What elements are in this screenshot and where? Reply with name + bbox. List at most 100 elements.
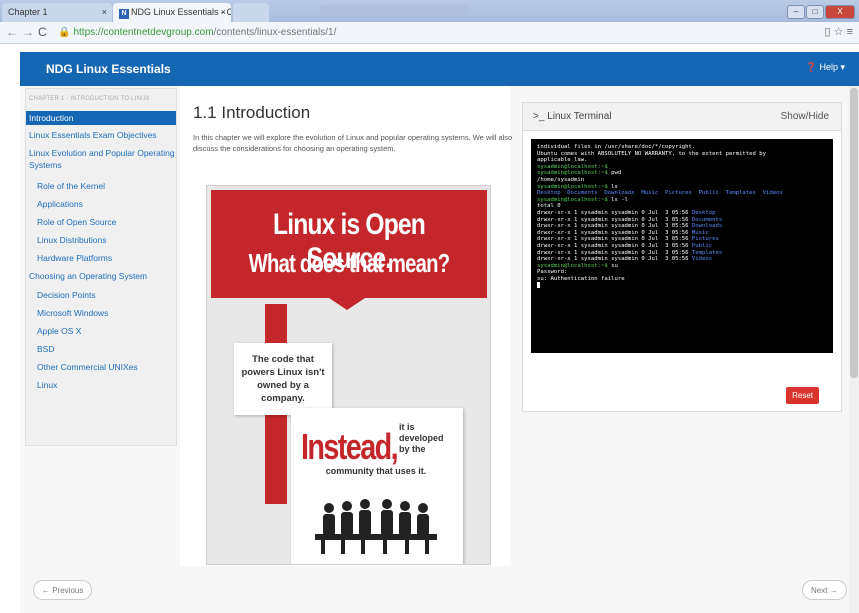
terminal-line: drwxr-xr-x 1 sysadmin sysadmin 0 Jul 3 0… [537, 256, 827, 263]
dir-name: Documents [691, 216, 723, 223]
terminal-ls-output: Desktop Documents Downloads Music Pictur… [537, 190, 783, 197]
poster-instead-tail: community that uses it. [325, 466, 427, 476]
new-tab-button[interactable] [233, 3, 269, 22]
reload-icon[interactable]: C [38, 25, 47, 39]
terminal-prompt: sysadmin@localhost:~$ [537, 183, 608, 190]
url-field[interactable]: 🔒 https://contentnetdevgroup.com/contents… [58, 27, 336, 38]
sidebar-item-commercial-unixes[interactable]: Other Commercial UNIXes [26, 362, 138, 373]
minimize-icon[interactable]: – [787, 5, 805, 19]
sidebar-item-microsoft-windows[interactable]: Microsoft Windows [26, 308, 108, 319]
terminal-line: drwxr-xr-x 1 sysadmin sysadmin 0 Jul 3 0… [537, 217, 827, 224]
terminal-line: drwxr-xr-x 1 sysadmin sysadmin 0 Jul 3 0… [537, 210, 827, 217]
scrollbar-thumb[interactable] [850, 88, 858, 378]
dir-name: Music [691, 229, 709, 236]
sidebar-item-linux-distributions[interactable]: Linux Distributions [26, 235, 106, 246]
poster-instead-word: Instead, [301, 426, 399, 467]
close-tab-icon[interactable]: × [221, 7, 226, 17]
dir-name: Downloads [691, 223, 723, 230]
browser-tab-chapter1[interactable]: Chapter 1 × [2, 3, 112, 22]
sidebar-item-decision-points[interactable]: Decision Points [26, 290, 96, 301]
terminal-prompt-icon: >_ [533, 111, 545, 122]
next-button[interactable]: Next → [802, 580, 847, 600]
dir-name: Templates [691, 249, 723, 256]
previous-button[interactable]: ← Previous [33, 580, 93, 600]
help-menu[interactable]: ❓ Help ▾ [806, 62, 845, 73]
dir-perms: drwxr-xr-x 1 sysadmin sysadmin 0 Jul 3 0… [537, 216, 692, 223]
window-controls: – □ X [786, 1, 855, 19]
brand-title[interactable]: NDG Linux Essentials [46, 62, 171, 76]
poster-code-box: The code that powers Linux isn't owned b… [234, 343, 332, 415]
tab-label: NDG Linux Essentials - Ch [131, 7, 231, 17]
browser-tab-bar: Chapter 1 × N NDG Linux Essentials - Ch ×… [0, 0, 859, 22]
dir-name: Public [691, 242, 713, 249]
url-path: /contents/linux-essentials/1/ [213, 27, 337, 38]
tab-label: Chapter 1 [8, 7, 48, 17]
poster-side-line: it is [399, 422, 415, 432]
terminal-line: sysadmin@localhost:~$ ls -l [537, 197, 827, 204]
terminal-prompt: sysadmin@localhost:~$ [537, 262, 608, 269]
help-icon: ❓ [805, 62, 817, 72]
terminal-line: sysadmin@localhost:~$ su [537, 263, 827, 270]
sidebar-item-role-of-open-source[interactable]: Role of Open Source [26, 217, 116, 228]
forward-icon[interactable]: → [22, 25, 34, 39]
terminal-command: ls -l [607, 196, 628, 203]
menu-icon[interactable]: ≡ [847, 26, 853, 38]
browser-tab-ndg[interactable]: N NDG Linux Essentials - Ch × [113, 3, 231, 22]
terminal-header: >_ Linux Terminal Show/Hide [523, 103, 841, 131]
page-footer [20, 568, 849, 613]
dir-perms: drwxr-xr-x 1 sysadmin sysadmin 0 Jul 3 0… [537, 229, 692, 236]
terminal-line: applicable law. [537, 157, 588, 164]
dir-perms: drwxr-xr-x 1 sysadmin sysadmin 0 Jul 3 0… [537, 209, 692, 216]
sidebar-item-introduction[interactable]: Introduction [26, 111, 176, 125]
dir-name: Desktop [691, 209, 716, 216]
terminal-line: sysadmin@localhost:~$ [537, 164, 827, 171]
terminal-title: >_ Linux Terminal [533, 111, 611, 122]
terminal-command: pwd [607, 170, 622, 177]
terminal-line [537, 282, 827, 289]
browser-toolbar-icons: ▯ ☆ ≡ [825, 25, 853, 38]
dir-perms: drwxr-xr-x 1 sysadmin sysadmin 0 Jul 3 0… [537, 236, 692, 243]
terminal-line: sysadmin@localhost:~$ ls [537, 184, 827, 191]
dir-perms: drwxr-xr-x 1 sysadmin sysadmin 0 Jul 3 0… [537, 223, 692, 230]
star-icon[interactable]: ☆ [834, 26, 844, 38]
open-source-poster: Linux is Open Source. What does that mea… [206, 185, 491, 565]
terminal-line: drwxr-xr-x 1 sysadmin sysadmin 0 Jul 3 0… [537, 243, 827, 250]
terminal-title-label: Linux Terminal [547, 111, 612, 122]
sidebar-item-applications[interactable]: Applications [26, 199, 83, 210]
sidebar-item-choosing-os[interactable]: Choosing an Operating System [26, 271, 176, 282]
sidebar-item-apple-osx[interactable]: Apple OS X [26, 326, 81, 337]
close-window-icon[interactable]: X [825, 5, 855, 19]
page-icon[interactable]: ▯ [825, 26, 831, 38]
sidebar-item-linux-evolution[interactable]: Linux Evolution and Popular Operating [26, 148, 176, 159]
poster-instead-box: Instead, it is developed by the communit… [291, 408, 463, 564]
terminal-line: Password: [537, 269, 568, 276]
dir-perms: drwxr-xr-x 1 sysadmin sysadmin 0 Jul 3 0… [537, 242, 692, 249]
back-icon[interactable]: ← [6, 25, 18, 39]
poster-side-line: developed [399, 433, 444, 443]
close-tab-icon[interactable]: × [102, 7, 107, 17]
terminal-line: su: Authentication failure [537, 275, 625, 282]
dir-name: Pictures [691, 236, 719, 243]
terminal-screen[interactable]: individual files in /usr/share/doc/*/cop… [531, 139, 833, 353]
sidebar-item-linux[interactable]: Linux [26, 380, 57, 391]
sidebar-item-hardware-platforms[interactable]: Hardware Platforms [26, 253, 112, 264]
sidebar-item-exam-objectives[interactable]: Linux Essentials Exam Objectives [26, 130, 176, 141]
poster-instead-side: it is developed by the [399, 422, 444, 455]
maximize-icon[interactable]: □ [806, 5, 824, 19]
ndg-favicon-icon: N [119, 9, 129, 19]
sidebar-item-bsd[interactable]: BSD [26, 344, 54, 355]
terminal-line: drwxr-xr-x 1 sysadmin sysadmin 0 Jul 3 0… [537, 223, 827, 230]
page-title: 1.1 Introduction [193, 103, 311, 122]
sidebar-item-role-of-kernel[interactable]: Role of the Kernel [26, 181, 105, 192]
show-hide-toggle[interactable]: Show/Hide [781, 111, 829, 122]
address-bar: ← → C 🔒 https://contentnetdevgroup.com/co… [0, 22, 859, 44]
blurred-title [320, 5, 470, 15]
sidebar-item-linux-evolution-cont[interactable]: Systems [26, 160, 176, 171]
dir-perms: drwxr-xr-x 1 sysadmin sysadmin 0 Jul 3 0… [537, 249, 692, 256]
reset-button[interactable]: Reset [786, 387, 819, 404]
terminal-line: drwxr-xr-x 1 sysadmin sysadmin 0 Jul 3 0… [537, 236, 827, 243]
terminal-line: /home/sysadmin [537, 176, 585, 183]
poster-subheadline: What does that mean? [248, 248, 451, 278]
poster-side-line: by the [399, 444, 426, 454]
intro-paragraph: In this chapter we will explore the evol… [193, 133, 513, 153]
